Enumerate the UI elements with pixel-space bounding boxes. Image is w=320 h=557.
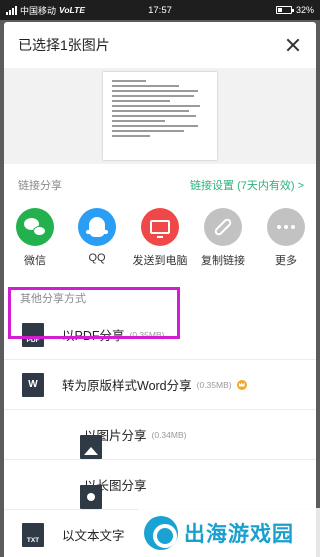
image-icon xyxy=(80,435,102,459)
long-image-icon xyxy=(80,485,102,509)
watermark-text: 出海游戏园 xyxy=(184,522,294,546)
status-right: 32% xyxy=(275,5,314,15)
computer-icon xyxy=(141,208,179,246)
battery-icon xyxy=(275,6,294,14)
document-thumbnail[interactable] xyxy=(103,72,217,160)
signal-icon xyxy=(6,5,17,15)
link-share-row: 链接分享 链接设置 (7天内有效) > xyxy=(18,177,304,193)
share-as-long-image[interactable]: 以长图分享 xyxy=(4,460,316,510)
option-title: 以文本文字 xyxy=(62,529,125,543)
share-label: 更多 xyxy=(275,255,297,267)
wechat-icon xyxy=(16,208,54,246)
share-label: QQ xyxy=(88,252,106,264)
sheet-title: 已选择1张图片 xyxy=(18,37,110,53)
link-share-label: 链接分享 xyxy=(18,180,62,192)
pdf-option-highlight xyxy=(8,287,180,339)
share-label: 微信 xyxy=(24,255,46,267)
carrier-info: 中国移动 VoLTE xyxy=(6,4,85,17)
network-type: VoLTE xyxy=(59,5,85,15)
option-title: 转为原版样式Word分享 xyxy=(62,379,192,393)
share-copy-link[interactable]: 复制链接 xyxy=(193,208,253,268)
share-targets: 微信 QQ 发送到电脑 复制链接 更多 xyxy=(4,208,316,272)
share-more[interactable]: 更多 xyxy=(256,208,316,268)
watermark-logo-icon xyxy=(144,515,178,550)
link-icon xyxy=(204,208,242,246)
vip-crown-icon xyxy=(236,379,247,390)
share-as-image[interactable]: 以图片分享 (0.34MB) xyxy=(4,410,316,460)
option-size: (0.34MB) xyxy=(151,429,187,440)
txt-icon: TXT xyxy=(22,522,44,547)
battery-level: 32% xyxy=(295,5,314,15)
link-settings-link[interactable]: 链接设置 (7天内有效) > xyxy=(190,177,304,193)
status-bar: 中国移动 VoLTE 17:57 32% xyxy=(0,0,320,20)
qq-icon xyxy=(78,208,116,246)
carrier-name: 中国移动 xyxy=(20,5,57,16)
more-icon xyxy=(267,208,305,246)
sheet-header: 已选择1张图片 xyxy=(4,22,316,68)
clock: 17:57 xyxy=(148,4,172,16)
watermark: 出海游戏园 xyxy=(138,508,320,557)
option-size: (0.35MB) xyxy=(196,379,232,390)
word-icon: W xyxy=(22,372,44,397)
share-wechat[interactable]: 微信 xyxy=(5,208,65,268)
share-as-word[interactable]: W 转为原版样式Word分享 (0.35MB) xyxy=(4,360,316,410)
share-label: 复制链接 xyxy=(201,255,245,267)
share-qq[interactable]: QQ xyxy=(67,208,127,264)
close-icon[interactable] xyxy=(282,34,304,56)
preview-area xyxy=(4,68,316,164)
share-to-computer[interactable]: 发送到电脑 xyxy=(130,208,190,268)
share-label: 发送到电脑 xyxy=(132,255,188,267)
